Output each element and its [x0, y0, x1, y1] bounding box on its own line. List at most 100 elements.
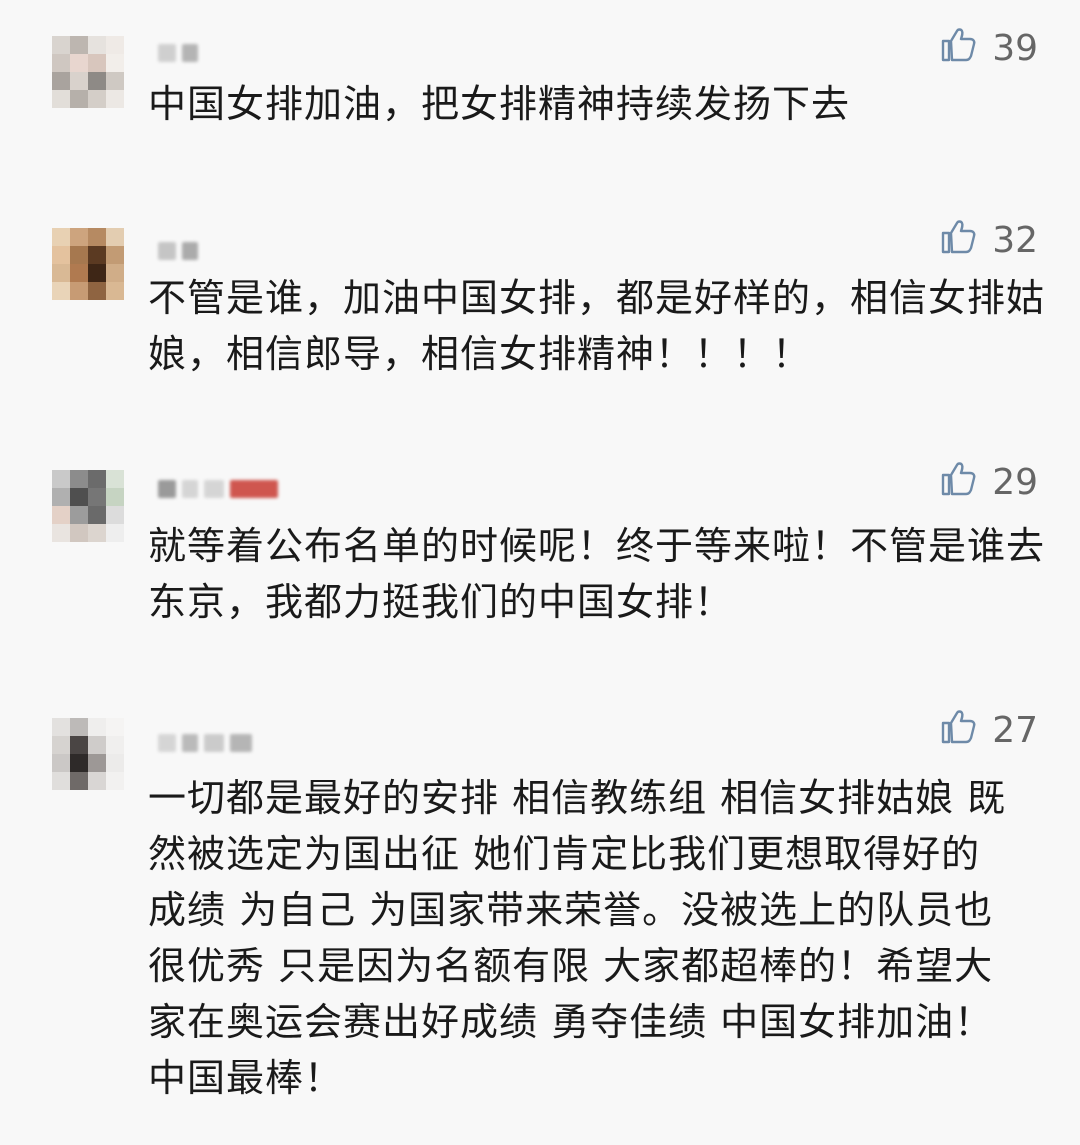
avatar-pixel: [70, 54, 88, 72]
avatar-pixel: [70, 736, 88, 754]
avatar-pixel: [52, 90, 70, 108]
avatar-pixel: [52, 488, 70, 506]
like-count: 32: [992, 220, 1038, 261]
comment-text: 就等着公布名单的时候呢！终于等来啦！不管是谁去东京，我都力挺我们的中国女排！: [148, 524, 1046, 624]
username-blurred[interactable]: [158, 42, 198, 64]
thumbs-up-icon: [938, 706, 978, 755]
avatar-pixel: [70, 506, 88, 524]
username-blur-block: [182, 242, 198, 260]
avatar-pixel: [106, 524, 124, 542]
avatar-pixel: [52, 72, 70, 90]
username-blur-block: [158, 44, 176, 62]
like-count: 39: [992, 28, 1038, 69]
avatar-pixel: [52, 524, 70, 542]
avatar-pixel: [106, 282, 124, 300]
avatar[interactable]: [52, 718, 124, 790]
username-blur-block: [158, 242, 176, 260]
avatar-pixel: [106, 772, 124, 790]
comment-text: 一切都是最好的安排 相信教练组 相信女排姑娘 既然被选定为国出征 她们肯定比我们…: [148, 776, 1007, 1100]
avatar-pixel: [88, 282, 106, 300]
avatar-pixel: [70, 228, 88, 246]
avatar-pixel: [88, 36, 106, 54]
avatar-pixel: [52, 54, 70, 72]
avatar-pixel: [88, 488, 106, 506]
avatar-pixel: [106, 470, 124, 488]
avatar-pixel: [70, 470, 88, 488]
thumbs-up-icon: [938, 24, 978, 73]
avatar-pixel: [52, 228, 70, 246]
avatar-pixel: [88, 754, 106, 772]
avatar-pixel: [88, 228, 106, 246]
avatar-pixel: [88, 718, 106, 736]
avatar-pixel: [70, 282, 88, 300]
avatar-pixel: [88, 72, 106, 90]
username-blur-block: [158, 734, 176, 752]
avatar-pixel: [88, 736, 106, 754]
avatar[interactable]: [52, 470, 124, 542]
comment-text: 中国女排加油，把女排精神持续发扬下去: [148, 82, 851, 126]
avatar-pixel: [88, 54, 106, 72]
thumbs-up-icon: [938, 458, 978, 507]
avatar-pixel: [70, 246, 88, 264]
avatar-pixel: [106, 506, 124, 524]
username-blurred[interactable]: [158, 732, 252, 754]
avatar-pixel: [52, 718, 70, 736]
avatar-pixel: [52, 754, 70, 772]
avatar-pixel: [106, 54, 124, 72]
avatar-pixel: [88, 470, 106, 488]
username-blurred[interactable]: [158, 478, 278, 500]
avatar-pixel: [88, 90, 106, 108]
avatar-pixel: [52, 736, 70, 754]
avatar-pixel: [106, 90, 124, 108]
username-blur-block: [230, 734, 252, 752]
avatar-pixel: [106, 718, 124, 736]
like-button[interactable]: 39: [938, 24, 1038, 73]
username-blurred[interactable]: [158, 240, 198, 262]
avatar-pixel: [88, 246, 106, 264]
avatar[interactable]: [52, 228, 124, 300]
avatar-pixel: [106, 754, 124, 772]
like-button[interactable]: 32: [938, 216, 1038, 265]
avatar-pixel: [52, 506, 70, 524]
username-blur-block: [182, 44, 198, 62]
avatar-pixel: [52, 282, 70, 300]
avatar-pixel: [106, 246, 124, 264]
avatar-pixel: [52, 470, 70, 488]
username-blur-block: [230, 480, 278, 498]
avatar-pixel: [88, 524, 106, 542]
username-blur-block: [204, 734, 224, 752]
avatar-pixel: [88, 264, 106, 282]
username-blur-block: [182, 734, 198, 752]
avatar-pixel: [70, 72, 88, 90]
avatar-pixel: [70, 264, 88, 282]
avatar-pixel: [70, 488, 88, 506]
avatar-pixel: [106, 264, 124, 282]
like-button[interactable]: 27: [938, 706, 1038, 755]
comment-text: 不管是谁，加油中国女排，都是好样的，相信女排姑娘，相信郎导，相信女排精神！！！！: [148, 276, 1046, 376]
avatar-pixel: [70, 718, 88, 736]
avatar-pixel: [70, 754, 88, 772]
avatar-pixel: [106, 228, 124, 246]
like-button[interactable]: 29: [938, 458, 1038, 507]
avatar-pixel: [88, 506, 106, 524]
avatar-pixel: [106, 72, 124, 90]
username-blur-block: [182, 480, 198, 498]
like-count: 29: [992, 462, 1038, 503]
avatar-pixel: [106, 36, 124, 54]
avatar-pixel: [52, 36, 70, 54]
like-count: 27: [992, 710, 1038, 751]
avatar-pixel: [88, 772, 106, 790]
avatar-pixel: [70, 36, 88, 54]
avatar-pixel: [106, 736, 124, 754]
avatar-pixel: [70, 90, 88, 108]
avatar-pixel: [70, 524, 88, 542]
avatar-pixel: [106, 488, 124, 506]
avatar-pixel: [52, 772, 70, 790]
username-blur-block: [158, 480, 176, 498]
avatar[interactable]: [52, 36, 124, 108]
avatar-pixel: [70, 772, 88, 790]
thumbs-up-icon: [938, 216, 978, 265]
avatar-pixel: [52, 246, 70, 264]
username-blur-block: [204, 480, 224, 498]
avatar-pixel: [52, 264, 70, 282]
